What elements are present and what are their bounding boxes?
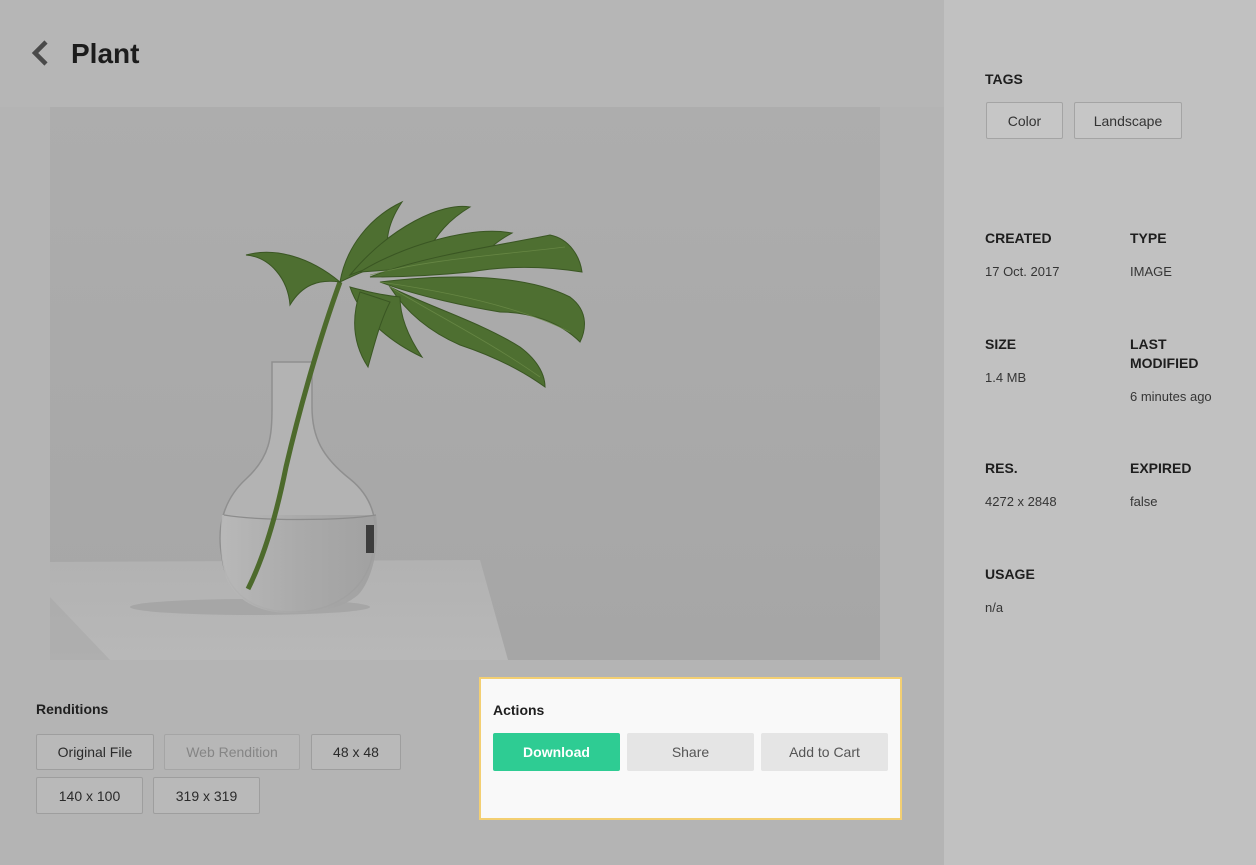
tags-label: TAGS — [985, 71, 1023, 87]
expired-value: false — [1130, 494, 1158, 509]
actions-label: Actions — [493, 702, 545, 718]
download-button[interactable]: Download — [493, 733, 620, 771]
actions-panel: Actions Download Share Add to Cart — [479, 677, 902, 820]
resolution-label: RES. — [985, 460, 1018, 476]
resolution-value: 4272 x 2848 — [985, 494, 1057, 509]
share-button[interactable]: Share — [627, 733, 754, 771]
size-label: SIZE — [985, 336, 1017, 352]
usage-value: n/a — [985, 600, 1004, 615]
asset-detail-page: Plant Renditions Original File Web Rendi… — [0, 0, 1256, 865]
renditions-label: Renditions — [36, 701, 109, 717]
type-value: IMAGE — [1130, 264, 1172, 279]
rendition-140x100-button[interactable]: 140 x 100 — [36, 777, 143, 814]
rendition-319x319-button[interactable]: 319 x 319 — [153, 777, 260, 814]
expired-label: EXPIRED — [1130, 460, 1192, 476]
page-header: Plant — [0, 0, 944, 107]
last-modified-label-line1: LAST — [1130, 336, 1167, 352]
created-value: 17 Oct. 2017 — [985, 264, 1060, 279]
main-area: Plant Renditions Original File Web Rendi… — [0, 0, 944, 865]
page-title: Plant — [71, 38, 140, 69]
rendition-48x48-button[interactable]: 48 x 48 — [311, 734, 401, 770]
plant-photo — [50, 107, 880, 660]
usage-label: USAGE — [985, 566, 1035, 582]
tag-landscape[interactable]: Landscape — [1074, 102, 1182, 139]
type-label: TYPE — [1130, 230, 1167, 246]
add-to-cart-button[interactable]: Add to Cart — [761, 733, 888, 771]
metadata-sidebar: TAGS Color Landscape CREATED 17 Oct. 201… — [944, 0, 1256, 865]
asset-preview-image — [50, 107, 880, 660]
rendition-original-file-button[interactable]: Original File — [36, 734, 154, 770]
created-label: CREATED — [985, 230, 1052, 246]
rendition-web-rendition-button[interactable]: Web Rendition — [164, 734, 300, 770]
size-value: 1.4 MB — [985, 370, 1027, 385]
chevron-left-icon — [31, 40, 48, 66]
last-modified-value: 6 minutes ago — [1130, 389, 1212, 404]
back-button[interactable] — [24, 36, 58, 70]
last-modified-label-line2: MODIFIED — [1130, 355, 1199, 371]
tag-color[interactable]: Color — [986, 102, 1063, 139]
